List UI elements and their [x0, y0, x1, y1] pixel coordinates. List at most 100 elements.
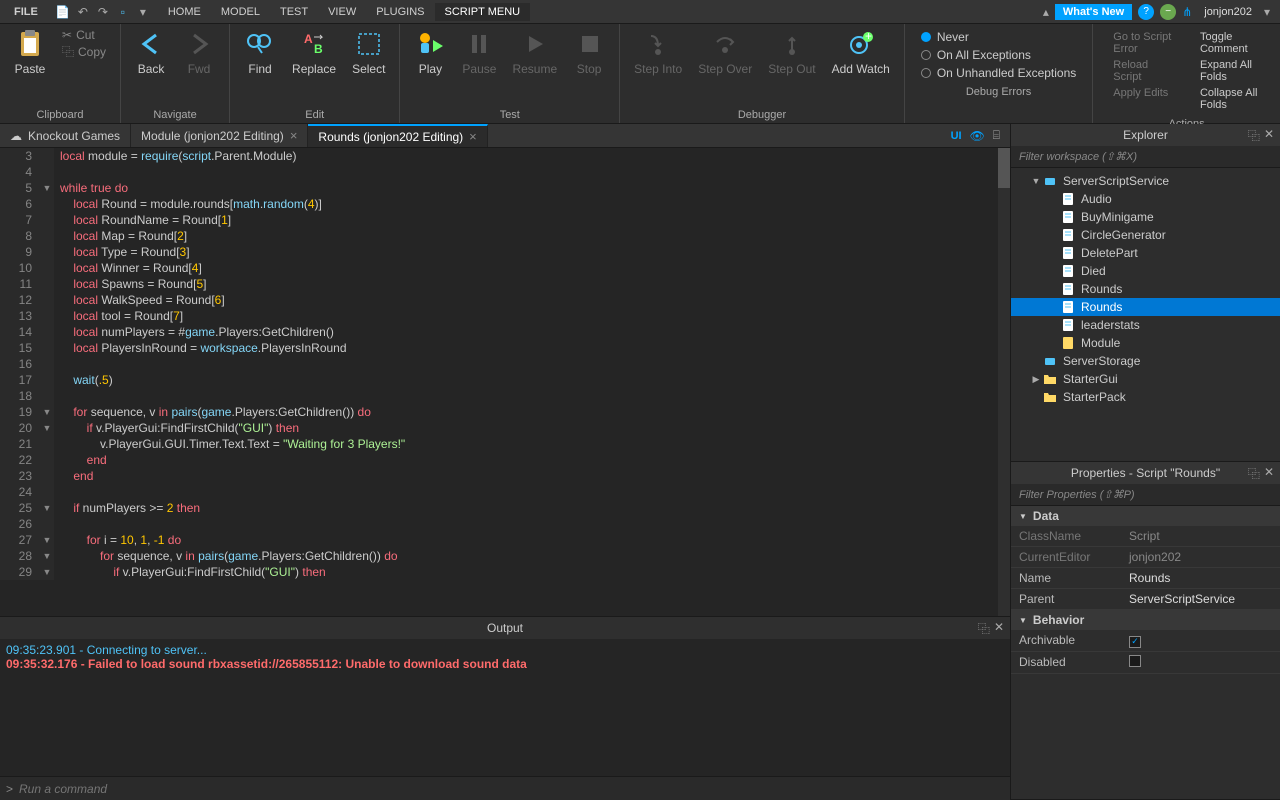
command-input[interactable]	[19, 782, 1004, 796]
code-line[interactable]: 8 local Map = Round[2]	[0, 228, 1010, 244]
code-content[interactable]: end	[54, 452, 107, 468]
notifications-icon[interactable]: −	[1160, 4, 1176, 20]
code-content[interactable]: for sequence, v in pairs(game.Players:Ge…	[54, 548, 398, 564]
code-content[interactable]: local PlayersInRound = workspace.Players…	[54, 340, 347, 356]
code-line[interactable]: 26	[0, 516, 1010, 532]
code-line[interactable]: 18	[0, 388, 1010, 404]
code-content[interactable]: wait(.5)	[54, 372, 113, 388]
tree-item[interactable]: Died	[1011, 262, 1280, 280]
fold-marker[interactable]	[40, 340, 54, 356]
code-line[interactable]: 25▼ if numPlayers >= 2 then	[0, 500, 1010, 516]
code-content[interactable]	[54, 388, 60, 404]
explorer-close-icon[interactable]: ✕	[1264, 127, 1274, 144]
whats-new-button[interactable]: What's New	[1055, 4, 1132, 20]
props-popout-icon[interactable]: ⿻	[1248, 465, 1260, 482]
code-content[interactable]	[54, 516, 60, 532]
fold-marker[interactable]	[40, 228, 54, 244]
fwd-button[interactable]: Fwd	[177, 26, 221, 78]
fold-marker[interactable]	[40, 276, 54, 292]
code-line[interactable]: 27▼ for i = 10, 1, -1 do	[0, 532, 1010, 548]
tree-item[interactable]: Module	[1011, 334, 1280, 352]
tree-item[interactable]: ServerStorage	[1011, 352, 1280, 370]
menu-test[interactable]: TEST	[270, 3, 318, 21]
code-content[interactable]: v.PlayerGui.GUI.Timer.Text.Text = "Waiti…	[54, 436, 405, 452]
menu-script[interactable]: SCRIPT MENU	[435, 3, 531, 21]
addwatch-button[interactable]: +Add Watch	[826, 26, 896, 78]
prop-section-header[interactable]: ▼Data	[1011, 506, 1280, 526]
fold-marker[interactable]	[40, 164, 54, 180]
tree-item[interactable]: Rounds	[1011, 298, 1280, 316]
reload-script-button[interactable]: Reload Script	[1109, 58, 1176, 84]
prop-value[interactable]: ✓	[1121, 630, 1280, 651]
eye-icon[interactable]: 👁	[970, 129, 985, 143]
code-content[interactable]: if numPlayers >= 2 then	[54, 500, 200, 516]
select-button[interactable]: Select	[346, 26, 391, 78]
tree-item[interactable]: Rounds	[1011, 280, 1280, 298]
prop-value[interactable]: ServerScriptService	[1121, 589, 1280, 609]
output-body[interactable]: 09:35:23.901 - Connecting to server...09…	[0, 639, 1010, 776]
paste-button[interactable]: Paste	[8, 26, 52, 78]
fold-marker[interactable]	[40, 356, 54, 372]
code-content[interactable]: local Map = Round[2]	[54, 228, 187, 244]
code-line[interactable]: 3local module = require(script.Parent.Mo…	[0, 148, 1010, 164]
code-content[interactable]	[54, 484, 60, 500]
prop-value[interactable]: Script	[1121, 526, 1280, 546]
code-line[interactable]: 19▼ for sequence, v in pairs(game.Player…	[0, 404, 1010, 420]
fold-marker[interactable]	[40, 484, 54, 500]
prop-value[interactable]: jonjon202	[1121, 547, 1280, 567]
tree-item[interactable]: CircleGenerator	[1011, 226, 1280, 244]
code-content[interactable]: local module = require(script.Parent.Mod…	[54, 148, 296, 164]
explorer-filter[interactable]: Filter workspace (⇧⌘X)	[1011, 146, 1280, 168]
scrollbar-v[interactable]	[998, 148, 1010, 616]
pause-button[interactable]: Pause	[456, 26, 502, 78]
fold-marker[interactable]: ▼	[40, 420, 54, 436]
fold-marker[interactable]	[40, 244, 54, 260]
code-line[interactable]: 22 end	[0, 452, 1010, 468]
prop-row[interactable]: ClassNameScript	[1011, 526, 1280, 547]
code-line[interactable]: 10 local Winner = Round[4]	[0, 260, 1010, 276]
stepinto-button[interactable]: Step Into	[628, 26, 688, 78]
stop-button[interactable]: Stop	[567, 26, 611, 78]
user-dropdown-icon[interactable]: ▾	[1264, 5, 1270, 19]
fold-marker[interactable]	[40, 196, 54, 212]
code-line[interactable]: 6 local Round = module.rounds[math.rando…	[0, 196, 1010, 212]
fold-marker[interactable]	[40, 292, 54, 308]
resume-button[interactable]: Resume	[506, 26, 563, 78]
collapse-folds-button[interactable]: Collapse All Folds	[1196, 86, 1264, 112]
user-label[interactable]: jonjon202	[1198, 6, 1258, 18]
tree-item[interactable]: Audio	[1011, 190, 1280, 208]
radio-never[interactable]: Never	[921, 30, 1076, 44]
scroll-thumb[interactable]	[998, 148, 1010, 188]
fold-marker[interactable]	[40, 212, 54, 228]
code-content[interactable]: local Round = module.rounds[math.random(…	[54, 196, 322, 212]
code-content[interactable]: if v.PlayerGui:FindFirstChild("GUI") the…	[54, 420, 299, 436]
help-icon[interactable]: ?	[1138, 4, 1154, 20]
code-content[interactable]: while true do	[54, 180, 128, 196]
stepout-button[interactable]: Step Out	[762, 26, 821, 78]
properties-filter[interactable]: Filter Properties (⇧⌘P)	[1011, 484, 1280, 506]
menu-home[interactable]: HOME	[158, 3, 211, 21]
code-line[interactable]: 16	[0, 356, 1010, 372]
menu-file[interactable]: FILE	[4, 3, 48, 21]
replace-button[interactable]: ABReplace	[286, 26, 342, 78]
save-icon[interactable]: ▫	[116, 5, 130, 19]
menu-model[interactable]: MODEL	[211, 3, 270, 21]
code-line[interactable]: 4	[0, 164, 1010, 180]
stepover-button[interactable]: Step Over	[692, 26, 758, 78]
new-icon[interactable]: 📄	[56, 5, 70, 19]
prop-row[interactable]: Archivable✓	[1011, 630, 1280, 652]
close-icon[interactable]: ×	[290, 128, 298, 143]
code-content[interactable]: local RoundName = Round[1]	[54, 212, 231, 228]
fold-marker[interactable]: ▼	[40, 404, 54, 420]
code-content[interactable]: local Type = Round[3]	[54, 244, 190, 260]
prop-row[interactable]: ParentServerScriptService	[1011, 589, 1280, 610]
tree-item[interactable]: BuyMinigame	[1011, 208, 1280, 226]
explorer-popout-icon[interactable]: ⿻	[1248, 127, 1260, 144]
document-tab[interactable]: Rounds (jonjon202 Editing)×	[308, 124, 487, 147]
code-line[interactable]: 13 local tool = Round[7]	[0, 308, 1010, 324]
code-content[interactable]: for sequence, v in pairs(game.Players:Ge…	[54, 404, 371, 420]
code-line[interactable]: 21 v.PlayerGui.GUI.Timer.Text.Text = "Wa…	[0, 436, 1010, 452]
output-close-icon[interactable]: ✕	[994, 620, 1004, 637]
cut-button[interactable]: ✂Cut	[62, 28, 106, 42]
code-content[interactable]: local Spawns = Round[5]	[54, 276, 206, 292]
